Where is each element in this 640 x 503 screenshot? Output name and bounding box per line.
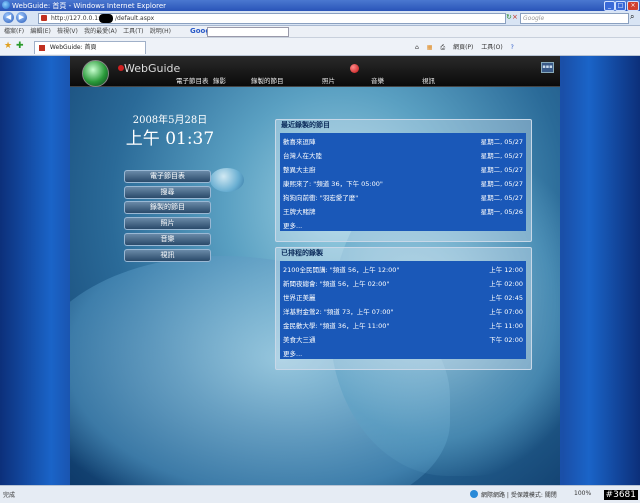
maximize-button[interactable]: □ <box>615 1 626 11</box>
menu-file[interactable]: 檔案(F) <box>4 26 24 37</box>
status-bar: 完成 網際網路 | 受保護模式: 關閉 100% <box>0 485 640 503</box>
ie-logo-icon <box>2 1 10 9</box>
tab-label: WebGuide: 首頁 <box>49 44 97 51</box>
refresh-icon[interactable]: ↻ <box>506 13 512 21</box>
status-text: 完成 <box>3 492 16 499</box>
list-item[interactable]: 康熙來了: "頻道 36，下午 05:00" 星期二, 05/27 <box>280 175 526 189</box>
record-status-icon <box>350 64 359 73</box>
menu-button-recorded[interactable]: 錄製的節目 <box>124 201 211 214</box>
menu-button-search[interactable]: 搜尋 <box>124 186 211 199</box>
home-icon[interactable]: ⌂ <box>415 44 419 51</box>
stop-icon[interactable]: × <box>512 13 518 21</box>
zoom-level[interactable]: 100% <box>574 490 591 497</box>
nav-record[interactable]: 錄影 <box>213 75 226 85</box>
watermark: #3681 <box>603 490 638 500</box>
nav-guide[interactable]: 電子節目表 <box>176 75 209 85</box>
address-text: http://127.0.0.1: <box>51 15 101 22</box>
windows-logo-icon[interactable] <box>82 60 109 87</box>
list-item[interactable]: 2100全民開講: "頻道 56，上午 12:00" 上午 12:00 <box>280 261 526 275</box>
list-item[interactable]: 金民歡大學: "頻道 36，上午 11:00" 上午 11:00 <box>280 317 526 331</box>
menu-help[interactable]: 說明(H) <box>150 26 171 37</box>
recent-recordings-panel: 最近錄製的節目 歡喜來逗陣 星期二, 05/27 台灣人在大陸 星期二, 05/27… <box>275 119 532 242</box>
address-input[interactable]: http://127.0.0.1: /default.aspx <box>38 13 506 24</box>
print-icon[interactable]: ⎙ <box>440 44 445 51</box>
list-item[interactable]: 美食大三通 下午 02:00 <box>280 331 526 345</box>
google-search-input[interactable] <box>207 27 289 37</box>
recent-recordings-list: 歡喜來逗陣 星期二, 05/27 台灣人在大陸 星期二, 05/27 整異大主廚 星期… <box>280 133 526 231</box>
menu-button-music[interactable]: 音樂 <box>124 233 211 246</box>
page-menu[interactable]: 網頁(P) <box>453 44 473 51</box>
search-input[interactable]: Google <box>520 13 629 24</box>
more-link[interactable]: 更多... <box>280 217 526 231</box>
menu-tools[interactable]: 工具(T) <box>123 26 143 37</box>
list-item[interactable]: 洋基對金鶯2: "頻道 73，上午 07:00" 上午 07:00 <box>280 303 526 317</box>
more-link[interactable]: 更多... <box>280 345 526 359</box>
back-button[interactable]: ◀ <box>3 12 14 23</box>
address-bar: ◀ ▶ http://127.0.0.1: /default.aspx ↻ × … <box>0 11 640 26</box>
menu-favorites[interactable]: 我的最愛(A) <box>84 26 117 37</box>
address-suffix: /default.aspx <box>115 15 155 22</box>
command-bar: ⌂ ▦ ⎙ 網頁(P) 工具(O) ? <box>415 42 514 52</box>
scheduled-recordings-list: 2100全民開講: "頻道 56，上午 12:00" 上午 12:00 新聞夜總會… <box>280 261 526 359</box>
menu-button-photos[interactable]: 照片 <box>124 217 211 230</box>
forward-button[interactable]: ▶ <box>16 12 27 23</box>
minimize-button[interactable]: _ <box>604 1 615 11</box>
tab-page-icon <box>39 44 45 51</box>
nav-recorded[interactable]: 錄製的節目 <box>251 75 284 85</box>
expand-button[interactable]: ▪▪▪ <box>541 62 554 73</box>
window-title: WebGuide: 首頁 - Windows Internet Explorer <box>12 2 167 10</box>
close-button[interactable]: × <box>627 1 639 11</box>
tab-home[interactable]: WebGuide: 首頁 <box>34 41 146 54</box>
feeds-icon[interactable]: ▦ <box>427 44 433 51</box>
search-icon[interactable]: ⌕ <box>630 12 634 22</box>
water-drop-image <box>210 168 244 192</box>
nav-music[interactable]: 音樂 <box>371 75 384 85</box>
nav-photos[interactable]: 照片 <box>322 75 335 85</box>
app-logo-text[interactable]: WebGuide <box>124 62 180 75</box>
menu-button-video[interactable]: 視訊 <box>124 249 211 262</box>
scheduled-recordings-title: 已排程的錄製 <box>281 249 323 257</box>
tools-menu[interactable]: 工具(O) <box>481 44 502 51</box>
list-item[interactable]: 狗狗向前衝: "羽宏愛了麼" 星期二, 05/27 <box>280 189 526 203</box>
redaction-mark <box>99 14 113 23</box>
menu-bar: 檔案(F) 編輯(E) 檢視(V) 我的最愛(A) 工具(T) 說明(H) Go… <box>0 26 640 38</box>
list-item[interactable]: 王牌大賭牌 星期一, 05/26 <box>280 203 526 217</box>
list-item[interactable]: 台灣人在大陸 星期二, 05/27 <box>280 147 526 161</box>
menu-edit[interactable]: 編輯(E) <box>30 26 50 37</box>
list-item[interactable]: 世界正美麗 上午 02:45 <box>280 289 526 303</box>
window-titlebar: WebGuide: 首頁 - Windows Internet Explorer… <box>0 0 640 11</box>
current-time: 上午 01:37 <box>125 129 215 149</box>
help-icon[interactable]: ? <box>511 44 514 51</box>
nav-video[interactable]: 視訊 <box>422 75 435 85</box>
page-icon <box>41 15 47 21</box>
globe-icon <box>470 490 478 498</box>
favorites-star-icon[interactable]: ★ <box>4 41 12 51</box>
scheduled-recordings-panel: 已排程的錄製 2100全民開講: "頻道 56，上午 12:00" 上午 12:0… <box>275 247 532 370</box>
tab-bar: ★ ✚ WebGuide: 首頁 ⌂ ▦ ⎙ 網頁(P) 工具(O) ? <box>0 38 640 56</box>
add-favorites-icon[interactable]: ✚ <box>16 41 24 51</box>
recent-recordings-title: 最近錄製的節目 <box>281 121 330 129</box>
list-item[interactable]: 整異大主廚 星期二, 05/27 <box>280 161 526 175</box>
security-zone: 網際網路 | 受保護模式: 關閉 <box>481 492 557 499</box>
list-item[interactable]: 新聞夜總會: "頻道 56，上午 02:00" 上午 02:00 <box>280 275 526 289</box>
menu-view[interactable]: 檢視(V) <box>57 26 78 37</box>
list-item[interactable]: 歡喜來逗陣 星期二, 05/27 <box>280 133 526 147</box>
menu-button-guide[interactable]: 電子節目表 <box>124 170 211 183</box>
